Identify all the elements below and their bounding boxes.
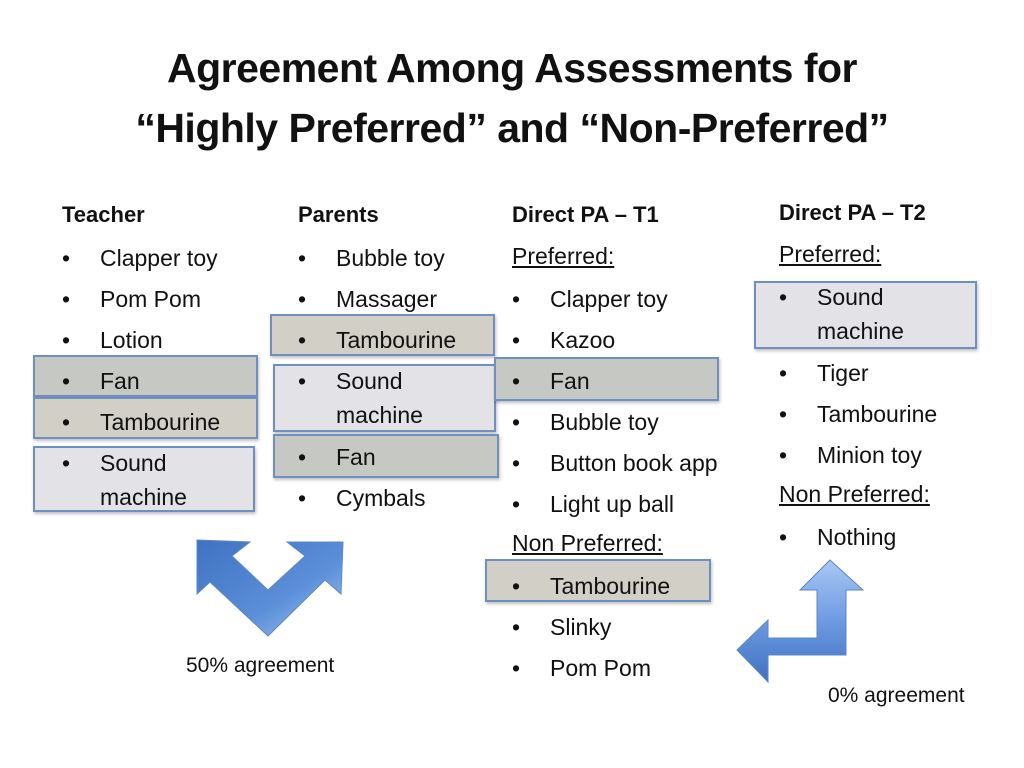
t2-column: Direct PA – T2 Preferred: • Sound machine…: [779, 198, 999, 561]
list-item: • Tambourine: [779, 401, 938, 427]
title-line-1: Agreement Among Assessments for: [166, 45, 858, 91]
list-item: • Clapper toy: [62, 245, 218, 271]
list-item: • Tambourine: [62, 409, 221, 435]
list-item: • Sound machine: [62, 450, 187, 510]
t2-header: Direct PA – T2: [779, 200, 926, 225]
list-item: • Light up ball: [512, 491, 675, 517]
list-item: • Cymbals: [298, 485, 426, 511]
list-item: • Button book app: [512, 450, 718, 476]
list-item: • Bubble toy: [512, 409, 659, 435]
t2-non-preferred-label: Non Preferred:: [779, 481, 930, 507]
list-item: • Fan: [512, 368, 590, 394]
list-item: • Clapper toy: [512, 286, 668, 312]
list-item: • Slinky: [512, 614, 612, 640]
title-line-2: “Highly Preferred” and “Non-Preferred”: [135, 105, 889, 151]
list-item: • Fan: [62, 368, 140, 394]
t1-header: Direct PA – T1: [512, 202, 659, 227]
t1-column: Direct PA – T1 Preferred: • Clapper toy •…: [512, 200, 752, 692]
teacher-header: Teacher: [62, 202, 145, 227]
agreement-left-label: 50% agreement: [186, 654, 335, 677]
teacher-column: Teacher • Clapper toy • Pom Pom • Lotion • F…: [62, 200, 262, 514]
t1-non-preferred-label: Non Preferred:: [512, 530, 663, 556]
t2-preferred-label: Preferred:: [779, 241, 882, 267]
list-item: • Tambourine: [512, 573, 671, 599]
list-item: • Sound machine: [298, 368, 423, 428]
list-item: • Pom Pom: [512, 655, 651, 681]
list-item: • Massager: [298, 286, 437, 312]
list-item: • Minion toy: [779, 442, 922, 468]
list-item: • Pom Pom: [62, 286, 201, 312]
corner-arrow-icon: [736, 559, 865, 684]
parents-column: Parents • Bubble toy • Massager • Tambourin…: [298, 200, 498, 522]
list-item: • Kazoo: [512, 327, 616, 353]
list-item: • Lotion: [62, 327, 163, 353]
parents-header: Parents: [298, 202, 379, 227]
list-item: • Bubble toy: [298, 245, 445, 271]
list-item: • Fan: [298, 444, 376, 470]
list-item: • Tambourine: [298, 327, 457, 353]
slide-title: Agreement Among Assessments for “Highly …: [0, 38, 1024, 158]
t1-preferred-label: Preferred:: [512, 243, 615, 269]
v-arrow-icon: [196, 539, 344, 637]
list-item: • Sound machine: [779, 284, 904, 344]
list-item: • Nothing: [779, 524, 897, 550]
list-item: • Tiger: [779, 360, 869, 386]
agreement-right-label: 0% agreement: [828, 684, 965, 707]
